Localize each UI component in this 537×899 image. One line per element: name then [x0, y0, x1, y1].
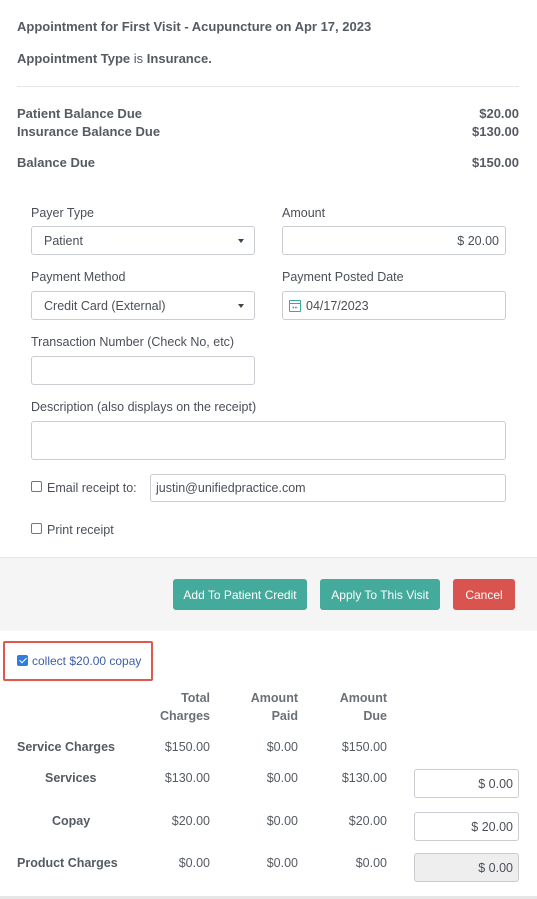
amount-value: $ 20.00	[457, 233, 499, 248]
service-charges-total: $150.00	[164, 740, 210, 754]
amount-paid-header-line2: Paid	[271, 709, 298, 723]
services-total: $130.00	[164, 771, 210, 785]
service-charges-due: $150.00	[341, 740, 387, 754]
product-charges-payment-value: $ 0.00	[478, 860, 513, 875]
chevron-down-icon	[238, 239, 244, 243]
appointment-title: Appointment for First Visit - Acupunctur…	[17, 19, 372, 34]
product-charges-label: Product Charges	[17, 856, 118, 870]
header-divider	[17, 86, 519, 87]
product-charges-paid: $0.00	[266, 856, 298, 870]
balance-due-value: $150.00	[472, 155, 519, 170]
appointment-type-value: Insurance.	[146, 51, 212, 66]
chevron-down-icon	[238, 304, 244, 308]
total-charges-header-line1: Total	[181, 691, 210, 705]
copay-label: Copay	[52, 814, 91, 828]
payer-type-label: Payer Type	[31, 206, 95, 220]
copay-paid: $0.00	[266, 814, 298, 828]
payment-method-value: Credit Card (External)	[44, 298, 166, 313]
apply-to-visit-button[interactable]: Apply To This Visit	[320, 579, 440, 610]
email-field[interactable]: justin@unifiedpractice.com	[150, 474, 506, 502]
payment-method-label: Payment Method	[31, 270, 126, 284]
amount-paid-header-line1: Amount	[250, 691, 298, 705]
calendar-icon	[289, 299, 301, 312]
posted-date-value: 04/17/2023	[306, 298, 369, 313]
service-charges-label: Service Charges	[17, 740, 115, 754]
amount-due-header: Amount Due	[317, 689, 387, 725]
copay-payment-value: $ 20.00	[471, 819, 513, 834]
transaction-number-input[interactable]	[31, 356, 255, 385]
insurance-balance-label: Insurance Balance Due	[17, 124, 161, 139]
amount-input[interactable]: $ 20.00	[282, 226, 506, 255]
product-charges-payment-input: $ 0.00	[414, 853, 519, 882]
patient-balance-value: $20.00	[479, 106, 519, 121]
amount-due-header-line2: Due	[363, 709, 387, 723]
description-label: Description (also displays on the receip…	[31, 400, 257, 414]
total-charges-header: Total Charges	[140, 689, 210, 725]
copay-payment-input[interactable]: $ 20.00	[414, 812, 519, 841]
print-receipt-checkbox[interactable]	[31, 523, 42, 534]
email-value: justin@unifiedpractice.com	[156, 481, 306, 495]
copay-total: $20.00	[171, 814, 210, 828]
appointment-type-label: Appointment Type	[17, 51, 131, 66]
cancel-button[interactable]: Cancel	[453, 579, 515, 610]
amount-paid-header: Amount Paid	[228, 689, 298, 725]
description-input[interactable]	[31, 421, 506, 460]
email-receipt-label: Email receipt to:	[47, 481, 137, 495]
insurance-balance-value: $130.00	[472, 124, 519, 139]
copay-due: $20.00	[348, 814, 387, 828]
payer-type-value: Patient	[44, 233, 83, 248]
add-to-patient-credit-button[interactable]: Add To Patient Credit	[173, 579, 307, 610]
services-due: $130.00	[341, 771, 387, 785]
collect-copay-checkbox[interactable]	[17, 655, 28, 666]
email-receipt-checkbox[interactable]	[31, 481, 42, 492]
posted-date-input[interactable]: 04/17/2023	[282, 291, 506, 320]
service-charges-paid: $0.00	[266, 740, 298, 754]
payer-type-select[interactable]: Patient	[31, 226, 255, 255]
collect-copay-label: collect $20.00 copay	[32, 654, 142, 668]
appointment-type: Appointment Type is Insurance.	[17, 51, 212, 66]
services-label: Services	[45, 771, 97, 785]
patient-balance-label: Patient Balance Due	[17, 106, 142, 121]
transaction-number-label: Transaction Number (Check No, etc)	[31, 335, 235, 349]
print-receipt-label: Print receipt	[47, 523, 114, 537]
services-payment-value: $ 0.00	[478, 776, 513, 791]
posted-date-label: Payment Posted Date	[282, 270, 404, 284]
product-charges-due: $0.00	[355, 856, 387, 870]
total-charges-header-line2: Charges	[159, 709, 210, 723]
product-charges-total: $0.00	[178, 856, 210, 870]
amount-due-header-line1: Amount	[339, 691, 387, 705]
services-payment-input[interactable]: $ 0.00	[414, 769, 519, 798]
amount-label: Amount	[282, 206, 326, 220]
payment-method-select[interactable]: Credit Card (External)	[31, 291, 255, 320]
balance-due-label: Balance Due	[17, 155, 96, 170]
services-paid: $0.00	[266, 771, 298, 785]
appointment-type-connector: is	[133, 51, 144, 66]
